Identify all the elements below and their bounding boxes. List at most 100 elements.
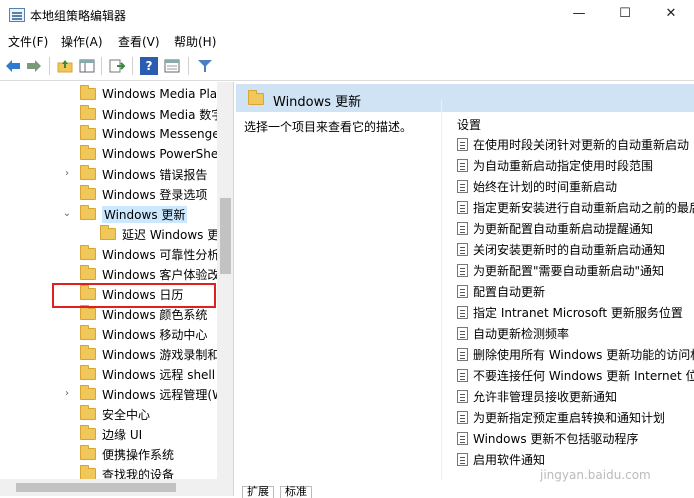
tree-item[interactable]: 边缘 UI bbox=[80, 424, 142, 444]
folder-icon bbox=[80, 85, 96, 100]
view-tabs: 扩展 标准 bbox=[236, 486, 694, 498]
tree-item[interactable]: Windows 可靠性分析 bbox=[80, 244, 219, 264]
menu-file[interactable]: 文件(F) bbox=[8, 33, 48, 50]
tree-item-label: Windows 远程 shell bbox=[102, 367, 216, 382]
folder-icon bbox=[80, 405, 96, 420]
policy-setting-row[interactable]: Windows 更新不包括驱动程序 bbox=[457, 428, 638, 449]
tree-item[interactable]: Windows 远程管理(WinRM) bbox=[80, 384, 233, 404]
tree-horizontal-scrollbar[interactable] bbox=[0, 479, 217, 496]
policy-setting-icon bbox=[457, 453, 468, 466]
collapsed-chevron-icon[interactable]: › bbox=[62, 389, 72, 399]
help-icon[interactable]: ? bbox=[140, 57, 158, 75]
column-header-setting[interactable]: 设置 bbox=[457, 116, 481, 133]
tree-item[interactable]: Windows 错误报告 bbox=[80, 164, 207, 184]
watermark-text: jingyan.baidu.com bbox=[540, 468, 651, 482]
policy-setting-row[interactable]: 不要连接任何 Windows 更新 Internet 位置 bbox=[457, 365, 694, 386]
policy-setting-row[interactable]: 为更新配置自动重新启动提醒通知 bbox=[457, 218, 653, 239]
tree-item-label: Windows 更新 bbox=[102, 205, 188, 223]
tree-item[interactable]: 延迟 Windows 更新 bbox=[100, 224, 231, 244]
policy-setting-row[interactable]: 删除使用所有 Windows 更新功能的访问权限 bbox=[457, 344, 694, 365]
tree-item-label: Windows 移动中心 bbox=[102, 327, 208, 342]
tree-item[interactable]: Windows 移动中心 bbox=[80, 324, 207, 344]
policy-setting-label: 指定 Intranet Microsoft 更新服务位置 bbox=[473, 306, 683, 320]
policy-setting-label: 始终在计划的时间重新启动 bbox=[473, 180, 618, 194]
tree-item[interactable]: Windows Media 数字权限管理 bbox=[80, 104, 233, 124]
highlight-box bbox=[52, 283, 216, 308]
tree-item[interactable]: Windows 远程 shell bbox=[80, 364, 215, 384]
policy-setting-row[interactable]: 为更新指定预定重启转换和通知计划 bbox=[457, 407, 665, 428]
menu-action[interactable]: 操作(A) bbox=[61, 33, 103, 50]
policy-setting-row[interactable]: 指定更新安装进行自动重新启动之前的最后期限 bbox=[457, 197, 694, 218]
policy-setting-icon bbox=[457, 390, 468, 403]
policy-setting-icon bbox=[457, 369, 468, 382]
folder-icon bbox=[248, 90, 264, 105]
tree-item-label: Windows PowerShell bbox=[102, 147, 225, 161]
policy-setting-row[interactable]: 指定 Intranet Microsoft 更新服务位置 bbox=[457, 302, 683, 323]
maximize-button[interactable]: ☐ bbox=[602, 0, 648, 30]
policy-setting-icon bbox=[457, 264, 468, 277]
scrollbar-thumb[interactable] bbox=[16, 483, 176, 492]
tree-item-label: Windows Messenger bbox=[102, 127, 225, 141]
policy-setting-label: 删除使用所有 Windows 更新功能的访问权限 bbox=[473, 348, 694, 362]
expanded-chevron-icon[interactable]: ⌄ bbox=[62, 209, 72, 219]
tree-item-label: Windows Media Player bbox=[102, 87, 234, 101]
folder-icon bbox=[100, 225, 116, 240]
policy-setting-row[interactable]: 启用软件通知 bbox=[457, 449, 545, 470]
extended-view-icon[interactable] bbox=[163, 57, 181, 75]
tree-item[interactable]: Windows 登录选项 bbox=[80, 184, 207, 204]
policy-setting-icon bbox=[457, 159, 468, 172]
folder-icon bbox=[80, 185, 96, 200]
tree-item-label: Windows 客户体验改善计划 bbox=[102, 267, 233, 282]
policy-setting-label: 为更新配置"需要自动重新启动"通知 bbox=[473, 264, 665, 278]
policy-setting-icon bbox=[457, 432, 468, 445]
policy-setting-icon bbox=[457, 138, 468, 151]
up-folder-icon[interactable] bbox=[56, 57, 74, 75]
tree-item[interactable]: Windows 游戏录制和广播 bbox=[80, 344, 233, 364]
tree-item-label: Windows 可靠性分析 bbox=[102, 247, 220, 262]
filter-icon[interactable] bbox=[196, 57, 214, 75]
policy-setting-row[interactable]: 为自动重新启动指定使用时段范围 bbox=[457, 155, 653, 176]
policy-setting-row[interactable]: 在使用时段关闭针对更新的自动重新启动 bbox=[457, 134, 689, 155]
tree-item[interactable]: Windows 客户体验改善计划 bbox=[80, 264, 233, 284]
tree-vertical-scrollbar[interactable] bbox=[217, 82, 233, 496]
policy-setting-row[interactable]: 允许非管理员接收更新通知 bbox=[457, 386, 617, 407]
scrollbar-thumb[interactable] bbox=[220, 198, 231, 274]
forward-icon[interactable] bbox=[25, 57, 43, 75]
policy-setting-row[interactable]: 为更新配置"需要自动重新启动"通知 bbox=[457, 260, 664, 281]
menu-view[interactable]: 查看(V) bbox=[118, 33, 160, 50]
policy-setting-icon bbox=[457, 306, 468, 319]
close-button[interactable]: ✕ bbox=[648, 0, 694, 30]
menu-help[interactable]: 帮助(H) bbox=[174, 33, 216, 50]
details-header: Windows 更新 bbox=[236, 84, 694, 112]
folder-icon bbox=[80, 205, 96, 220]
policy-setting-label: 关闭安装更新时的自动重新启动通知 bbox=[473, 243, 666, 257]
policy-setting-label: 配置自动更新 bbox=[473, 285, 546, 299]
show-hide-tree-icon[interactable] bbox=[78, 57, 96, 75]
back-icon[interactable] bbox=[4, 57, 22, 75]
details-header-title: Windows 更新 bbox=[273, 95, 362, 110]
policy-setting-label: 指定更新安装进行自动重新启动之前的最后期限 bbox=[473, 201, 694, 215]
minimize-button[interactable]: — bbox=[556, 0, 602, 30]
policy-setting-row[interactable]: 配置自动更新 bbox=[457, 281, 545, 302]
title-bar: 本地组策略编辑器 — ☐ ✕ bbox=[0, 0, 694, 30]
tree-item-label: Windows 远程管理(WinRM) bbox=[102, 387, 233, 402]
tree-item[interactable]: Windows Messenger bbox=[80, 124, 225, 144]
tree-item[interactable]: Windows 更新 bbox=[80, 204, 188, 224]
tab-standard[interactable]: 标准 bbox=[280, 486, 312, 498]
tree-item-label: Windows 颜色系统 bbox=[102, 307, 208, 322]
collapsed-chevron-icon[interactable]: › bbox=[62, 169, 72, 179]
menu-bar: 文件(F) 操作(A) 查看(V) 帮助(H) bbox=[0, 30, 694, 51]
policy-setting-row[interactable]: 始终在计划的时间重新启动 bbox=[457, 176, 617, 197]
window-title: 本地组策略编辑器 bbox=[30, 9, 127, 23]
tree-item-label: 边缘 UI bbox=[102, 427, 143, 442]
tree-item[interactable]: Windows PowerShell bbox=[80, 144, 225, 164]
tree-item[interactable]: Windows Media Player bbox=[80, 84, 234, 104]
export-list-icon[interactable] bbox=[108, 57, 126, 75]
tree-item[interactable]: 便携操作系统 bbox=[80, 444, 174, 464]
tree-item[interactable]: 安全中心 bbox=[80, 404, 150, 424]
tab-extended[interactable]: 扩展 bbox=[242, 486, 274, 498]
policy-setting-row[interactable]: 自动更新检测频率 bbox=[457, 323, 569, 344]
toolbar-separator bbox=[101, 57, 102, 75]
folder-icon bbox=[80, 265, 96, 280]
policy-setting-row[interactable]: 关闭安装更新时的自动重新启动通知 bbox=[457, 239, 665, 260]
